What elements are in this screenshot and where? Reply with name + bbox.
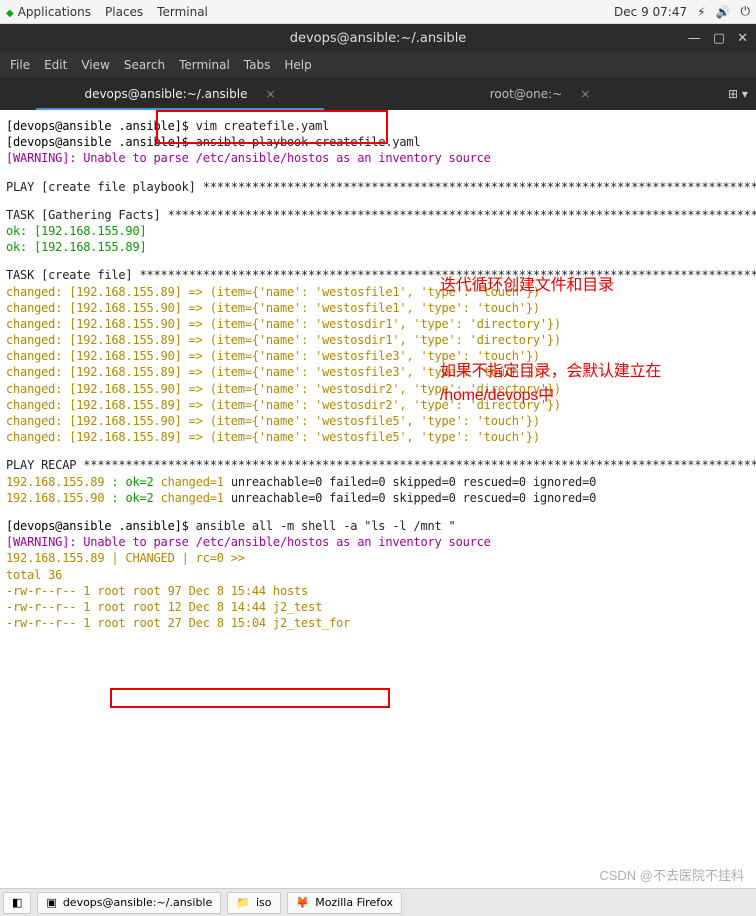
desktop-top-panel: Applications Places Terminal Dec 9 07:47… (0, 0, 756, 24)
command-text: vim createfile.yaml (196, 119, 329, 133)
tab-label: root@one:~ (490, 87, 563, 101)
folder-icon: 📁 (236, 896, 250, 909)
warning-line: [WARNING]: Unable to parse /etc/ansible/… (6, 150, 750, 166)
taskbar-item-iso[interactable]: 📁 iso (227, 892, 280, 914)
changed-line: changed: [192.168.155.89] => (item={'nam… (6, 332, 750, 348)
tab-label: devops@ansible:~/.ansible (84, 87, 247, 101)
network-icon[interactable]: ⚡ (697, 5, 705, 19)
window-title: devops@ansible:~/.ansible (290, 31, 467, 46)
annotation-text-2: 如果不指定目录，会默认建立在 /home/devops中 (440, 360, 661, 408)
changed-header: 192.168.155.89 | CHANGED | rc=0 >> (6, 550, 750, 566)
ok-line: ok: [192.168.155.89] (6, 239, 750, 255)
taskbar-show-desktop[interactable]: ◧ (3, 892, 31, 914)
taskbar-label: devops@ansible:~/.ansible (63, 896, 212, 909)
menu-terminal[interactable]: Terminal (157, 5, 208, 19)
ls-line: -rw-r--r-- 1 root root 27 Dec 8 15:04 j2… (6, 615, 750, 631)
maximize-button[interactable]: ▢ (713, 31, 725, 46)
ls-line: -rw-r--r-- 1 root root 12 Dec 8 14:44 j2… (6, 599, 750, 615)
close-button[interactable]: ✕ (737, 31, 748, 46)
terminal-icon: ▣ (46, 896, 56, 909)
terminal-tabbar: devops@ansible:~/.ansible × root@one:~ ×… (0, 78, 756, 110)
command-text: ansible all -m shell -a "ls -l /mnt " (196, 519, 456, 533)
menu-places[interactable]: Places (105, 5, 143, 19)
recap-line: 192.168.155.90 : ok=2 changed=1 unreacha… (6, 490, 750, 506)
ls-line: -rw-r--r-- 1 root root 97 Dec 8 15:44 ho… (6, 583, 750, 599)
task-header: TASK [Gathering Facts] *****************… (6, 207, 750, 223)
menu-applications[interactable]: Applications (6, 5, 91, 19)
terminal-menubar: File Edit View Search Terminal Tabs Help (0, 52, 756, 78)
desktop-taskbar: ◧ ▣ devops@ansible:~/.ansible 📁 iso 🦊 Mo… (0, 888, 756, 916)
tab-close-icon[interactable]: × (265, 87, 275, 101)
command-text: ansible-playbook createfile.yaml (196, 135, 421, 149)
new-tab-button[interactable]: ⊞ ▾ (720, 78, 756, 110)
menu-file[interactable]: File (10, 58, 30, 72)
power-icon[interactable]: ⏻ (741, 4, 751, 19)
tab-devops-ansible[interactable]: devops@ansible:~/.ansible × (0, 78, 360, 110)
taskbar-label: Mozilla Firefox (315, 896, 393, 909)
annotation-box-shell-cmd (110, 688, 390, 708)
menu-search[interactable]: Search (124, 58, 165, 72)
menu-help[interactable]: Help (284, 58, 311, 72)
recap-header: PLAY RECAP *****************************… (6, 457, 750, 473)
changed-line: changed: [192.168.155.90] => (item={'nam… (6, 413, 750, 429)
tab-root-one[interactable]: root@one:~ × (360, 78, 720, 110)
menu-edit[interactable]: Edit (44, 58, 67, 72)
annotation-text-1: 迭代循环创建文件和目录 (440, 275, 614, 297)
window-titlebar: devops@ansible:~/.ansible — ▢ ✕ (0, 24, 756, 52)
clock[interactable]: Dec 9 07:47 (614, 5, 687, 19)
taskbar-item-firefox[interactable]: 🦊 Mozilla Firefox (287, 892, 403, 914)
changed-line: changed: [192.168.155.89] => (item={'nam… (6, 284, 750, 300)
tab-close-icon[interactable]: × (580, 87, 590, 101)
changed-line: changed: [192.168.155.90] => (item={'nam… (6, 316, 750, 332)
ls-line: total 36 (6, 567, 750, 583)
terminal-output[interactable]: 迭代循环创建文件和目录 如果不指定目录，会默认建立在 /home/devops中… (0, 110, 756, 888)
minimize-button[interactable]: — (688, 31, 701, 46)
taskbar-item-terminal[interactable]: ▣ devops@ansible:~/.ansible (37, 892, 221, 914)
firefox-icon: 🦊 (296, 896, 310, 909)
volume-icon[interactable]: 🔊 (716, 5, 731, 19)
changed-line: changed: [192.168.155.89] => (item={'nam… (6, 429, 750, 445)
prompt: [devops@ansible .ansible]$ (6, 519, 196, 533)
menu-view[interactable]: View (81, 58, 109, 72)
watermark: CSDN @不去医院不挂科 (599, 865, 744, 884)
warning-line: [WARNING]: Unable to parse /etc/ansible/… (6, 534, 750, 550)
prompt: [devops@ansible .ansible]$ (6, 119, 196, 133)
prompt: [devops@ansible .ansible]$ (6, 135, 196, 149)
taskbar-label: iso (256, 896, 272, 909)
recap-line: 192.168.155.89 : ok=2 changed=1 unreacha… (6, 474, 750, 490)
menu-tabs[interactable]: Tabs (244, 58, 271, 72)
task-header: TASK [create file] *********************… (6, 267, 750, 283)
changed-line: changed: [192.168.155.90] => (item={'nam… (6, 300, 750, 316)
ok-line: ok: [192.168.155.90] (6, 223, 750, 239)
menu-terminal-sub[interactable]: Terminal (179, 58, 230, 72)
play-header: PLAY [create file playbook] ************… (6, 179, 750, 195)
